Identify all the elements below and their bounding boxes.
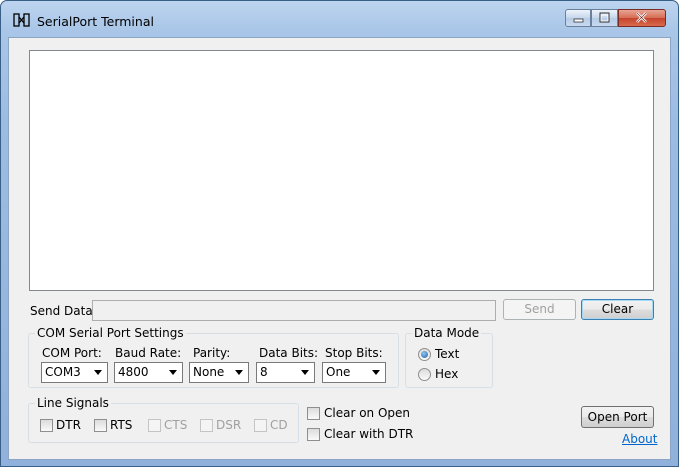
clear-button[interactable]: Clear xyxy=(581,299,654,320)
cd-label: CD xyxy=(270,418,288,432)
main-window: SerialPort Terminal Send Data: Send Clea… xyxy=(0,0,679,467)
data-mode-title: Data Mode xyxy=(412,326,482,340)
baud-rate-value: 4800 xyxy=(118,365,149,379)
maximize-icon xyxy=(599,12,610,23)
send-button[interactable]: Send xyxy=(503,299,576,320)
stop-bits-select[interactable]: One xyxy=(322,362,386,383)
stop-bits-value: One xyxy=(326,365,351,379)
hex-mode-label: Hex xyxy=(435,367,459,381)
hex-mode-radio[interactable] xyxy=(418,368,431,381)
rts-checkbox[interactable] xyxy=(94,419,107,432)
dtr-checkbox[interactable] xyxy=(40,419,53,432)
send-data-input[interactable] xyxy=(92,300,496,321)
chevron-down-icon xyxy=(301,370,309,375)
dtr-label: DTR xyxy=(56,418,81,432)
clear-on-open-checkbox[interactable] xyxy=(307,407,320,420)
chevron-down-icon xyxy=(94,370,102,375)
minimize-icon xyxy=(573,18,584,23)
line-signals-title: Line Signals xyxy=(35,396,111,410)
about-link[interactable]: About xyxy=(622,432,657,446)
data-bits-label: Data Bits: xyxy=(259,346,319,360)
com-settings-group: COM Serial Port Settings COM Port: COM3 … xyxy=(28,326,399,388)
dsr-label: DSR xyxy=(216,418,242,432)
clear-with-dtr-label: Clear with DTR xyxy=(324,427,414,441)
stop-bits-label: Stop Bits: xyxy=(325,346,383,360)
cts-label: CTS xyxy=(164,418,188,432)
com-port-label: COM Port: xyxy=(42,346,102,360)
window-title: SerialPort Terminal xyxy=(37,14,154,29)
client-area: Send Data: Send Clear COM Serial Port Se… xyxy=(8,37,671,460)
parity-select[interactable]: None xyxy=(189,362,249,383)
close-icon xyxy=(636,12,647,23)
title-bar[interactable]: SerialPort Terminal xyxy=(1,1,678,37)
com-port-value: COM3 xyxy=(45,365,81,379)
data-bits-select[interactable]: 8 xyxy=(256,362,315,383)
data-mode-group: Data Mode Text Hex xyxy=(405,326,493,388)
serial-port-app-icon xyxy=(13,13,30,27)
com-port-select[interactable]: COM3 xyxy=(41,362,108,383)
chevron-down-icon xyxy=(169,370,177,375)
chevron-down-icon xyxy=(235,370,243,375)
dsr-checkbox xyxy=(200,419,213,432)
terminal-output[interactable] xyxy=(29,50,654,291)
rts-label: RTS xyxy=(110,418,133,432)
clear-on-open-label: Clear on Open xyxy=(324,406,411,420)
maximize-button[interactable] xyxy=(591,9,618,27)
send-data-label: Send Data: xyxy=(30,304,97,318)
data-bits-value: 8 xyxy=(260,365,268,379)
text-mode-label: Text xyxy=(435,347,460,361)
parity-label: Parity: xyxy=(193,346,231,360)
com-settings-title: COM Serial Port Settings xyxy=(35,326,186,340)
baud-rate-select[interactable]: 4800 xyxy=(114,362,183,383)
minimize-button[interactable] xyxy=(565,9,591,27)
chevron-down-icon xyxy=(372,370,380,375)
open-port-button[interactable]: Open Port xyxy=(581,406,654,428)
cd-checkbox xyxy=(254,419,267,432)
clear-with-dtr-checkbox[interactable] xyxy=(307,428,320,441)
baud-rate-label: Baud Rate: xyxy=(115,346,182,360)
close-button[interactable] xyxy=(618,9,666,27)
cts-checkbox xyxy=(148,419,161,432)
line-signals-group: Line Signals DTR RTS CTS DSR CD xyxy=(28,396,299,443)
parity-value: None xyxy=(193,365,225,379)
text-mode-radio[interactable] xyxy=(418,348,431,361)
